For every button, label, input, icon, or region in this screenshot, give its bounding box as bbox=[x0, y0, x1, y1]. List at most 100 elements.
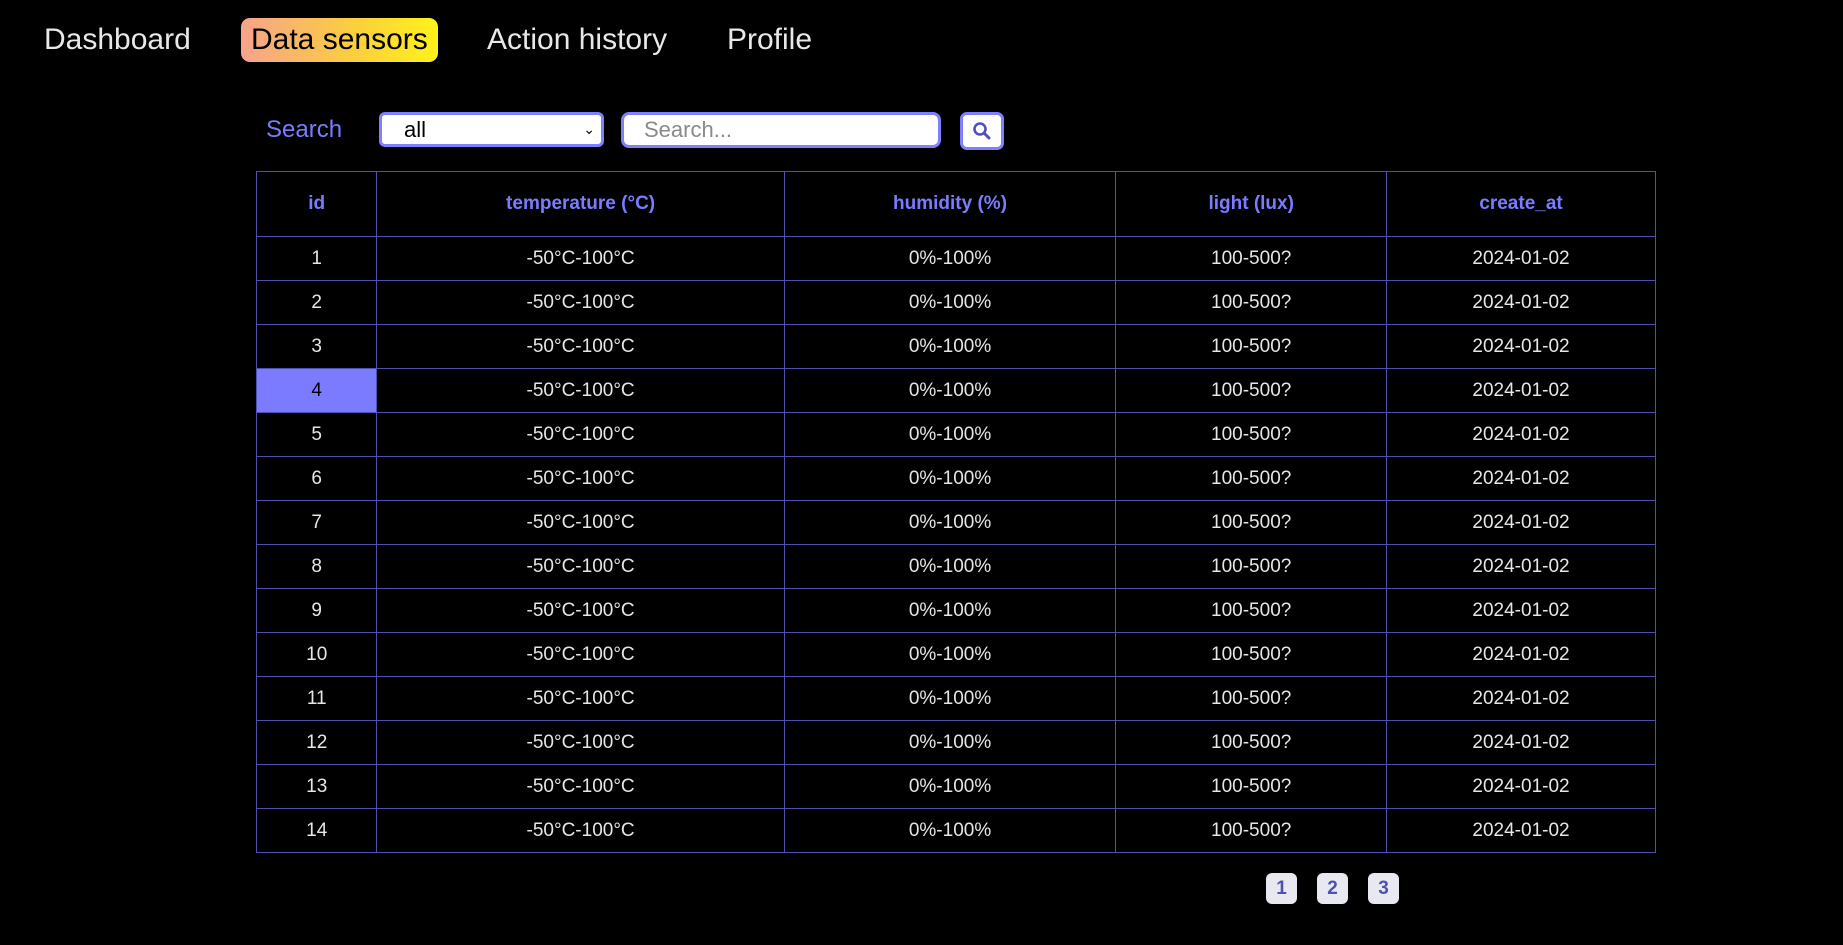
table-cell-id: 13 bbox=[255, 764, 378, 809]
column-header-create-at[interactable]: create_at bbox=[1386, 171, 1656, 237]
table-cell-humidity: 0%-100% bbox=[783, 236, 1117, 281]
table-cell-light: 100-500? bbox=[1115, 236, 1388, 281]
table-cell-create-at: 2024-01-02 bbox=[1386, 236, 1656, 281]
table-row[interactable]: 7 -50°C-100°C 0%-100% 100-500? 2024-01-02 bbox=[255, 500, 1656, 545]
table-cell-light: 100-500? bbox=[1115, 280, 1388, 325]
table-cell-id: 6 bbox=[255, 456, 378, 501]
table-row[interactable]: 12 -50°C-100°C 0%-100% 100-500? 2024-01-02 bbox=[255, 720, 1656, 765]
search-input[interactable] bbox=[621, 112, 941, 148]
table-cell-humidity: 0%-100% bbox=[783, 500, 1117, 545]
table-cell-light: 100-500? bbox=[1115, 632, 1388, 677]
nav-item-action-history[interactable]: Action history bbox=[477, 18, 677, 62]
table-cell-id: 12 bbox=[255, 720, 378, 765]
table-cell-light: 100-500? bbox=[1115, 588, 1388, 633]
table-cell-temperature: -50°C-100°C bbox=[376, 280, 785, 325]
nav-item-data-sensors[interactable]: Data sensors bbox=[241, 18, 438, 62]
table-cell-id: 8 bbox=[255, 544, 378, 589]
table-cell-id: 14 bbox=[255, 808, 378, 853]
table-cell-light: 100-500? bbox=[1115, 368, 1388, 413]
search-filter-select[interactable]: all ⌄ bbox=[379, 112, 604, 147]
search-icon bbox=[973, 122, 991, 140]
table-cell-id: 3 bbox=[255, 324, 378, 369]
table-cell-temperature: -50°C-100°C bbox=[376, 808, 785, 853]
table-cell-create-at: 2024-01-02 bbox=[1386, 632, 1656, 677]
table-cell-humidity: 0%-100% bbox=[783, 368, 1117, 413]
table-row[interactable]: 5 -50°C-100°C 0%-100% 100-500? 2024-01-02 bbox=[255, 412, 1656, 457]
table-cell-id: 1 bbox=[255, 236, 378, 281]
table-cell-temperature: -50°C-100°C bbox=[376, 544, 785, 589]
table-row[interactable]: 13 -50°C-100°C 0%-100% 100-500? 2024-01-02 bbox=[255, 764, 1656, 809]
search-button[interactable] bbox=[960, 112, 1004, 150]
table-cell-temperature: -50°C-100°C bbox=[376, 236, 785, 281]
table-cell-temperature: -50°C-100°C bbox=[376, 588, 785, 633]
search-filter-value: all bbox=[404, 117, 427, 142]
table-cell-humidity: 0%-100% bbox=[783, 544, 1117, 589]
table-cell-light: 100-500? bbox=[1115, 412, 1388, 457]
table-cell-humidity: 0%-100% bbox=[783, 280, 1117, 325]
column-header-temperature[interactable]: temperature (°C) bbox=[376, 171, 785, 237]
table-cell-temperature: -50°C-100°C bbox=[376, 412, 785, 457]
page-button-3[interactable]: 3 bbox=[1368, 873, 1399, 904]
table-cell-temperature: -50°C-100°C bbox=[376, 720, 785, 765]
table-cell-humidity: 0%-100% bbox=[783, 632, 1117, 677]
table-row[interactable]: 9 -50°C-100°C 0%-100% 100-500? 2024-01-02 bbox=[255, 588, 1656, 633]
table-cell-create-at: 2024-01-02 bbox=[1386, 808, 1656, 853]
table-cell-light: 100-500? bbox=[1115, 500, 1388, 545]
table-cell-create-at: 2024-01-02 bbox=[1386, 456, 1656, 501]
table-cell-create-at: 2024-01-02 bbox=[1386, 544, 1656, 589]
table-cell-humidity: 0%-100% bbox=[783, 324, 1117, 369]
table-cell-id: 4 bbox=[255, 368, 378, 413]
sensor-data-table: id temperature (°C) humidity (%) light (… bbox=[255, 171, 1656, 853]
table-cell-create-at: 2024-01-02 bbox=[1386, 368, 1656, 413]
table-cell-temperature: -50°C-100°C bbox=[376, 676, 785, 721]
page-button-1[interactable]: 1 bbox=[1266, 873, 1297, 904]
table-cell-create-at: 2024-01-02 bbox=[1386, 588, 1656, 633]
table-row[interactable]: 10 -50°C-100°C 0%-100% 100-500? 2024-01-02 bbox=[255, 632, 1656, 677]
table-header-row: id temperature (°C) humidity (%) light (… bbox=[255, 171, 1656, 237]
chevron-down-icon: ⌄ bbox=[583, 121, 595, 137]
nav-item-dashboard[interactable]: Dashboard bbox=[34, 18, 201, 62]
table-cell-light: 100-500? bbox=[1115, 544, 1388, 589]
table-cell-humidity: 0%-100% bbox=[783, 588, 1117, 633]
table-row[interactable]: 6 -50°C-100°C 0%-100% 100-500? 2024-01-02 bbox=[255, 456, 1656, 501]
table-cell-temperature: -50°C-100°C bbox=[376, 456, 785, 501]
table-cell-humidity: 0%-100% bbox=[783, 412, 1117, 457]
table-cell-temperature: -50°C-100°C bbox=[376, 500, 785, 545]
table-cell-create-at: 2024-01-02 bbox=[1386, 720, 1656, 765]
table-cell-light: 100-500? bbox=[1115, 676, 1388, 721]
table-cell-humidity: 0%-100% bbox=[783, 720, 1117, 765]
table-row[interactable]: 14 -50°C-100°C 0%-100% 100-500? 2024-01-02 bbox=[255, 808, 1656, 853]
table-cell-light: 100-500? bbox=[1115, 808, 1388, 853]
table-cell-temperature: -50°C-100°C bbox=[376, 368, 785, 413]
table-row[interactable]: 11 -50°C-100°C 0%-100% 100-500? 2024-01-02 bbox=[255, 676, 1656, 721]
table-cell-temperature: -50°C-100°C bbox=[376, 764, 785, 809]
top-navigation: Dashboard Data sensors Action history Pr… bbox=[0, 0, 1843, 80]
table-cell-temperature: -50°C-100°C bbox=[376, 632, 785, 677]
table-cell-create-at: 2024-01-02 bbox=[1386, 676, 1656, 721]
table-cell-id: 10 bbox=[255, 632, 378, 677]
table-cell-create-at: 2024-01-02 bbox=[1386, 280, 1656, 325]
table-cell-light: 100-500? bbox=[1115, 456, 1388, 501]
table-row[interactable]: 8 -50°C-100°C 0%-100% 100-500? 2024-01-02 bbox=[255, 544, 1656, 589]
page-button-2[interactable]: 2 bbox=[1317, 873, 1348, 904]
table-cell-id: 5 bbox=[255, 412, 378, 457]
table-row[interactable]: 1 -50°C-100°C 0%-100% 100-500? 2024-01-02 bbox=[255, 236, 1656, 281]
column-header-light[interactable]: light (lux) bbox=[1115, 171, 1388, 237]
table-cell-humidity: 0%-100% bbox=[783, 808, 1117, 853]
table-cell-temperature: -50°C-100°C bbox=[376, 324, 785, 369]
table-cell-humidity: 0%-100% bbox=[783, 676, 1117, 721]
column-header-humidity[interactable]: humidity (%) bbox=[783, 171, 1117, 237]
column-header-id[interactable]: id bbox=[255, 171, 378, 237]
table-cell-light: 100-500? bbox=[1115, 324, 1388, 369]
table-row[interactable]: 4 -50°C-100°C 0%-100% 100-500? 2024-01-02 bbox=[255, 368, 1656, 413]
table-cell-create-at: 2024-01-02 bbox=[1386, 324, 1656, 369]
nav-item-profile[interactable]: Profile bbox=[717, 18, 822, 62]
table-cell-create-at: 2024-01-02 bbox=[1386, 764, 1656, 809]
table-cell-light: 100-500? bbox=[1115, 720, 1388, 765]
table-cell-id: 9 bbox=[255, 588, 378, 633]
table-cell-id: 2 bbox=[255, 280, 378, 325]
table-cell-light: 100-500? bbox=[1115, 764, 1388, 809]
table-row[interactable]: 2 -50°C-100°C 0%-100% 100-500? 2024-01-02 bbox=[255, 280, 1656, 325]
table-cell-create-at: 2024-01-02 bbox=[1386, 412, 1656, 457]
table-row[interactable]: 3 -50°C-100°C 0%-100% 100-500? 2024-01-02 bbox=[255, 324, 1656, 369]
